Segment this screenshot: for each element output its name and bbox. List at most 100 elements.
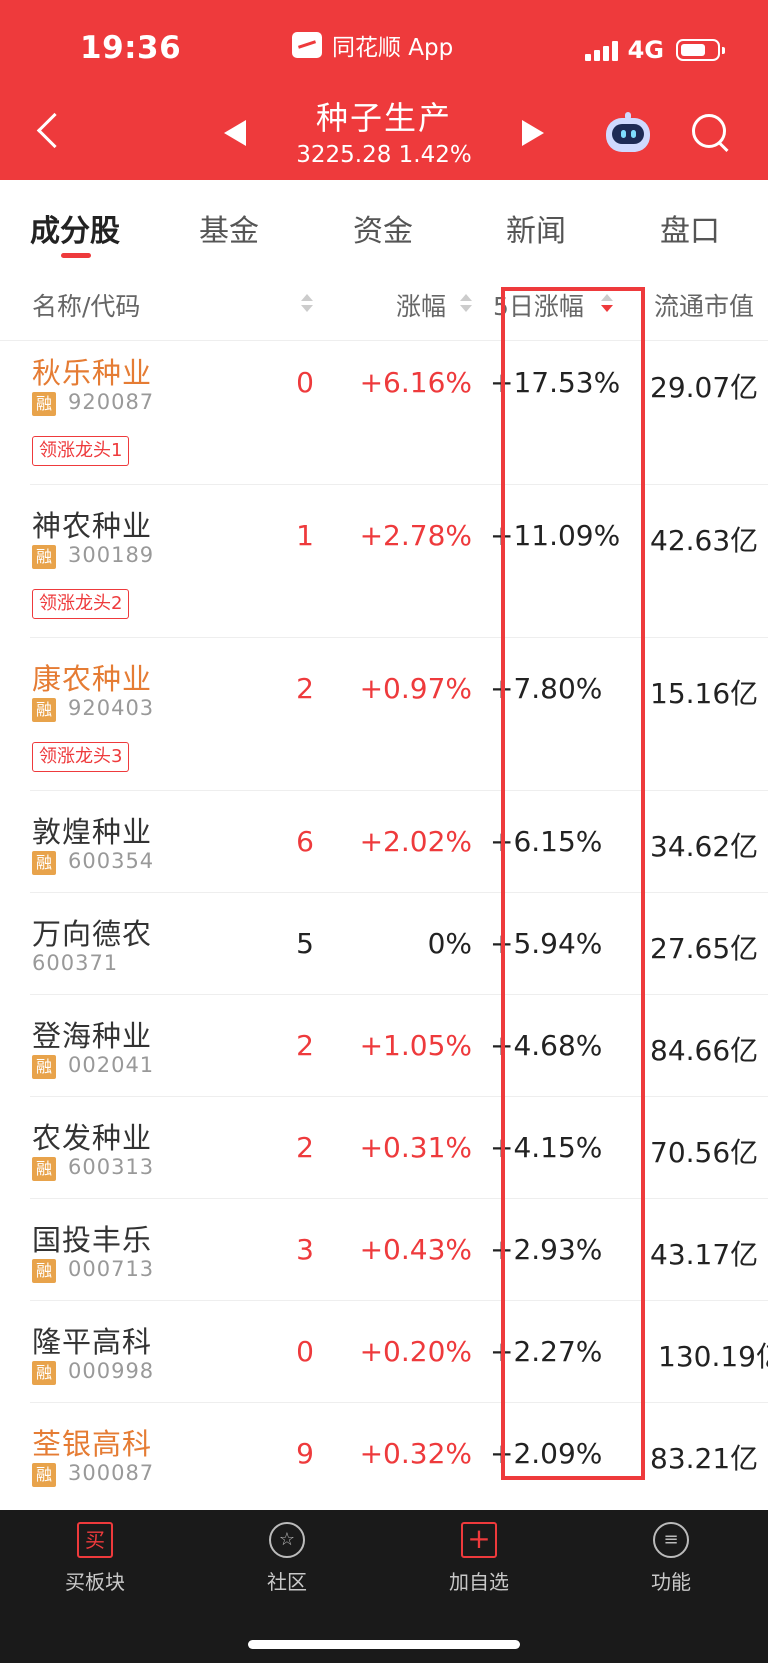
app-header: 19:36 同花顺 App 4G 种子生产 3225.28 1.42% [0,0,768,180]
col-change[interactable]: 涨幅 [396,287,446,323]
tab-constituents[interactable]: 成分股 [30,206,120,250]
tab-funds[interactable]: 基金 [199,206,259,250]
stock-name: 万向德农 [32,917,153,951]
margin-badge: 融 [32,1361,56,1385]
stock-code: 000713 [68,1257,155,1281]
change-value: +0.20% [359,1335,472,1368]
float-cap-value: 83.21亿 [650,1442,759,1475]
change-value: +1.05% [359,1029,472,1062]
change-value: +0.32% [359,1437,472,1470]
stock-code: 300087 [68,1461,155,1485]
stock-code: 920087 [68,390,155,414]
float-cap-value: 27.65亿 [650,932,759,965]
status-app-label: 同花顺 App [332,35,454,61]
price-clipped: 3 [296,1233,314,1266]
stock-name: 登海种业 [32,1019,153,1053]
nav-label: 加自选 [449,1570,509,1594]
table-row[interactable]: 登海种业 融 002041 2 +1.05% +4.68% 84.66亿 [0,995,768,1097]
table-row[interactable]: 农发种业 融 600313 2 +0.31% +4.15% 70.56亿 [0,1097,768,1199]
table-row[interactable]: 敦煌种业 融 600354 6 +2.02% +6.15% 34.62亿 [0,791,768,893]
stock-name: 农发种业 [32,1121,153,1155]
stock-name: 荃银高科 [32,1427,153,1461]
col-name-code: 名称/代码 [32,292,141,321]
nav-label: 社区 [267,1570,307,1594]
battery-icon [676,39,725,61]
stock-code: 002041 [68,1053,155,1077]
change-value: +0.31% [359,1131,472,1164]
col-float-cap[interactable]: 流通市值 [654,287,754,323]
next-sector-button[interactable] [522,120,544,146]
stock-name: 隆平高科 [32,1325,153,1359]
price-clipped: 0 [296,366,314,399]
table-row[interactable]: 秋乐种业 融 920087 领涨龙头1 0 +6.16% +17.53% 29.… [0,340,768,485]
active-tab-indicator [61,253,91,258]
sort-change-icon[interactable] [460,294,472,312]
stock-code: 600371 [32,951,119,975]
status-time: 19:36 [80,30,182,66]
tab-bar: 成分股 基金 资金 新闻 盘口 [0,180,768,265]
table-row[interactable]: 神农种业 融 300189 领涨龙头2 1 +2.78% +11.09% 42.… [0,485,768,638]
margin-badge: 融 [32,698,56,722]
stock-code: 600313 [68,1155,155,1179]
network-type: 4G [627,36,664,64]
table-row[interactable]: 荃银高科 融 300087 9 +0.32% +2.09% 83.21亿 [0,1403,768,1510]
change-value: +2.02% [359,825,472,858]
change-value: +0.97% [359,672,472,705]
stock-name: 秋乐种业 [32,356,153,390]
status-app-indicator[interactable]: 同花顺 App [292,28,453,62]
index-summary: 3225.28 1.42% [0,142,768,168]
price-clipped: 1 [296,519,314,552]
stock-code: 600354 [68,849,155,873]
table-row[interactable]: 万向德农 600371 5 0% +5.94% 27.65亿 [0,893,768,995]
page-title: 种子生产 [315,99,452,137]
stock-name: 康农种业 [32,662,153,696]
menu-icon: ≡ [653,1522,689,1558]
stock-code: 000998 [68,1359,155,1383]
float-cap-value: 70.56亿 [650,1136,759,1169]
margin-badge: 融 [32,851,56,875]
stock-name: 神农种业 [32,509,153,543]
tab-order-book[interactable]: 盘口 [660,206,720,250]
leader-tag: 领涨龙头1 [32,436,130,466]
index-change: 1.42% [398,142,472,168]
nav-label: 功能 [651,1570,691,1594]
price-clipped: 6 [296,825,314,858]
price-clipped: 2 [296,672,314,705]
margin-badge: 融 [32,1463,56,1487]
nav-label: 买板块 [65,1570,125,1594]
add-icon: + [461,1522,497,1558]
table-row[interactable]: 隆平高科 融 000998 0 +0.20% +2.27% 130.19亿 [0,1301,768,1403]
margin-badge: 融 [32,1157,56,1181]
table-row[interactable]: 康农种业 融 920403 领涨龙头3 2 +0.97% +7.80% 15.1… [0,638,768,791]
tab-news[interactable]: 新闻 [506,206,566,250]
float-cap-value: 15.16亿 [650,677,759,710]
search-icon[interactable] [692,114,732,154]
home-indicator[interactable] [248,1640,520,1649]
margin-badge: 融 [32,392,56,416]
nav-add-watchlist[interactable]: + 加自选 [414,1522,544,1595]
stock-name: 敦煌种业 [32,815,153,849]
nav-community[interactable]: ☆ 社区 [222,1522,352,1595]
float-cap-value: 84.66亿 [650,1034,759,1067]
float-cap-value: 42.63亿 [650,524,759,557]
table-row[interactable]: 国投丰乐 融 000713 3 +0.43% +2.93% 43.17亿 [0,1199,768,1301]
price-clipped: 2 [296,1131,314,1164]
tab-capital[interactable]: 资金 [353,206,413,250]
leader-tag: 领涨龙头2 [32,589,130,619]
float-cap-value: 34.62亿 [650,830,759,863]
stock-code: 300189 [68,543,155,567]
column-header: 名称/代码 涨幅 5日涨幅 流通市值 [0,265,768,341]
app-logo-icon [292,32,322,58]
change-value: 0% [427,927,472,960]
sort-name-icon[interactable] [301,294,313,312]
float-cap-value: 29.07亿 [650,371,759,404]
nav-buy-sector[interactable]: 买 买板块 [30,1522,160,1595]
assistant-robot-icon[interactable] [604,112,652,156]
column-highlight-box [501,287,645,1480]
price-clipped: 5 [296,927,314,960]
float-cap-value: 43.17亿 [650,1238,759,1271]
margin-badge: 融 [32,1055,56,1079]
nav-functions[interactable]: ≡ 功能 [606,1522,736,1595]
price-clipped: 9 [296,1437,314,1470]
index-value: 3225.28 [296,142,392,168]
